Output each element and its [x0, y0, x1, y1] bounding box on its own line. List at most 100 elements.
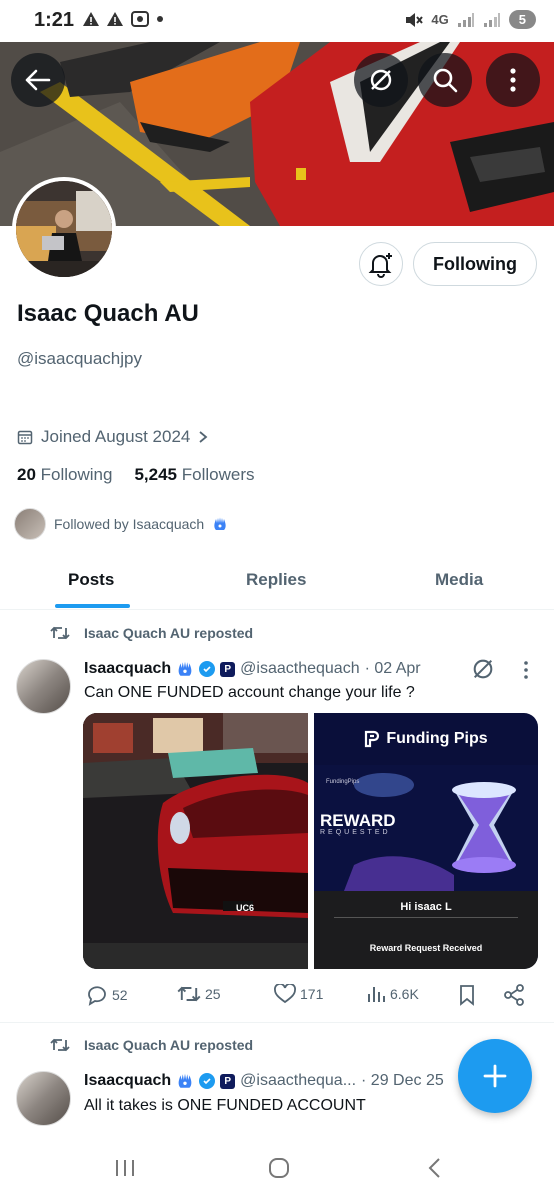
media-reward-image[interactable]: Funding Pips FundingPips REWARD REQUESTE… — [314, 713, 538, 969]
license-plate: UC6 — [236, 903, 255, 913]
tab-replies[interactable]: Replies — [246, 570, 306, 590]
verified-badge-icon — [199, 661, 216, 677]
repost-label: Isaac Quach AU reposted — [84, 1037, 254, 1053]
post-date[interactable]: · 29 Dec 25 — [361, 1072, 444, 1090]
joined-date: Joined August 2024 — [41, 427, 191, 446]
post-header: Isaacquach P @isaacthequa... · 29 Dec 25 — [84, 1072, 444, 1090]
reply-count: 52 — [112, 987, 128, 1003]
active-tab-indicator — [55, 604, 130, 608]
repost-count: 25 — [205, 986, 221, 1002]
post-author-handle[interactable]: @isaacthequach — [240, 660, 359, 678]
views-icon — [368, 987, 385, 1002]
bookmark-button[interactable] — [458, 984, 476, 1006]
battery-indicator: 5 — [508, 10, 536, 29]
mute-icon — [406, 12, 424, 27]
reply-icon — [88, 986, 106, 1006]
reply-button[interactable]: 52 — [86, 984, 128, 1006]
notifications-toggle-button[interactable] — [359, 242, 403, 286]
affiliate-badge-icon: P — [220, 1073, 236, 1089]
warning-icon — [107, 12, 123, 26]
heart-icon — [274, 984, 296, 1004]
post-date[interactable]: · 02 Apr — [365, 660, 421, 678]
post-divider — [0, 1022, 554, 1023]
post-author-avatar[interactable] — [16, 659, 71, 714]
followers-count-link[interactable]: 5,245 Followers — [134, 465, 254, 485]
post-author-handle[interactable]: @isaacthequa... — [240, 1072, 356, 1090]
media-car-photo[interactable]: UC6 — [83, 713, 308, 969]
post-author-avatar[interactable] — [16, 1071, 71, 1126]
followers-count: 5,245 — [134, 465, 178, 484]
signal-icon — [483, 12, 500, 27]
reward-card: Hi isaac L Reward Request Received — [314, 891, 538, 969]
grok-icon[interactable] — [471, 657, 495, 681]
avatar-photo — [16, 181, 112, 277]
followed-by-row[interactable]: Followed by Isaacquach — [14, 508, 228, 540]
signal-icon — [457, 12, 474, 27]
tab-posts[interactable]: Posts — [68, 570, 114, 590]
warning-icon — [83, 12, 99, 26]
hamsa-emoji-icon — [214, 517, 226, 530]
chevron-right-icon — [199, 431, 208, 443]
share-button[interactable] — [503, 984, 525, 1006]
repost-indicator[interactable]: Isaac Quach AU reposted — [50, 625, 253, 641]
brand-name: Funding Pips — [386, 730, 488, 747]
follower-avatar — [14, 508, 46, 540]
tab-media[interactable]: Media — [435, 570, 483, 590]
repost-button[interactable]: 25 — [177, 984, 221, 1004]
screenshot-icon — [131, 11, 149, 27]
like-button[interactable]: 171 — [274, 984, 323, 1004]
following-button[interactable]: Following — [413, 242, 537, 286]
reward-message: Reward Request Received — [369, 943, 483, 953]
search-icon — [433, 68, 458, 93]
search-button[interactable] — [418, 53, 472, 107]
network-type: 4G — [431, 12, 449, 27]
hamsa-emoji-icon — [178, 661, 192, 676]
post-media[interactable]: UC6 Funding Pips FundingPips REWARD REQU… — [83, 713, 538, 969]
followers-label: Followers — [181, 465, 255, 484]
repost-label: Isaac Quach AU reposted — [84, 625, 254, 641]
profile-avatar[interactable] — [12, 177, 116, 281]
more-options-button[interactable] — [486, 53, 540, 107]
verified-badge-icon — [199, 1073, 216, 1089]
views-button[interactable]: 6.6K — [366, 984, 419, 1004]
following-count: 20 — [17, 465, 36, 484]
post-actions: 52 25 171 6.6K — [86, 984, 526, 1010]
reward-title: REWARD — [320, 811, 396, 830]
bell-plus-icon — [368, 253, 392, 278]
like-count: 171 — [300, 986, 324, 1002]
repost-icon — [50, 1038, 70, 1052]
post-text: Can ONE FUNDED account change your life … — [84, 684, 415, 701]
reward-greeting: Hi isaac L — [400, 901, 452, 913]
post-header: Isaacquach P @isaacthequach · 02 Apr — [84, 660, 421, 678]
grok-icon — [370, 69, 392, 91]
status-bar: 1:21 4G 5 — [0, 0, 554, 42]
system-nav-bar — [0, 1140, 554, 1200]
more-vertical-icon[interactable] — [523, 660, 529, 680]
post-author-name[interactable]: Isaacquach — [84, 1072, 171, 1090]
small-brand-name: FundingPips — [326, 779, 360, 785]
following-count-link[interactable]: 20 Following — [17, 465, 112, 485]
affiliate-badge-icon: P — [220, 661, 236, 677]
calendar-icon — [17, 430, 33, 445]
compose-button[interactable] — [458, 1039, 532, 1113]
car-photo — [83, 713, 308, 969]
share-icon — [504, 984, 524, 1006]
recent-apps-icon[interactable] — [113, 1156, 137, 1180]
fundingpips-logo-icon — [365, 730, 380, 748]
follow-stats: 20 Following 5,245 Followers — [17, 465, 255, 485]
post-author-name[interactable]: Isaacquach — [84, 660, 171, 678]
status-time: 1:21 — [34, 9, 75, 31]
reward-subtitle: REQUESTED — [320, 829, 391, 836]
post-text: All it takes is ONE FUNDED ACCOUNT — [84, 1097, 366, 1114]
grok-button[interactable] — [354, 53, 408, 107]
bookmark-icon — [460, 985, 474, 1006]
home-icon[interactable] — [267, 1156, 291, 1180]
repost-indicator[interactable]: Isaac Quach AU reposted — [50, 1037, 253, 1053]
back-nav-icon[interactable] — [423, 1156, 447, 1180]
profile-tabs: Posts Replies Media — [0, 558, 554, 610]
back-button[interactable] — [11, 53, 65, 107]
repost-icon — [50, 626, 70, 640]
followed-by-text: Followed by Isaacquach — [54, 516, 205, 532]
joined-date-row[interactable]: Joined August 2024 — [17, 427, 208, 447]
profile-handle: @isaacquachjpy — [17, 349, 142, 368]
